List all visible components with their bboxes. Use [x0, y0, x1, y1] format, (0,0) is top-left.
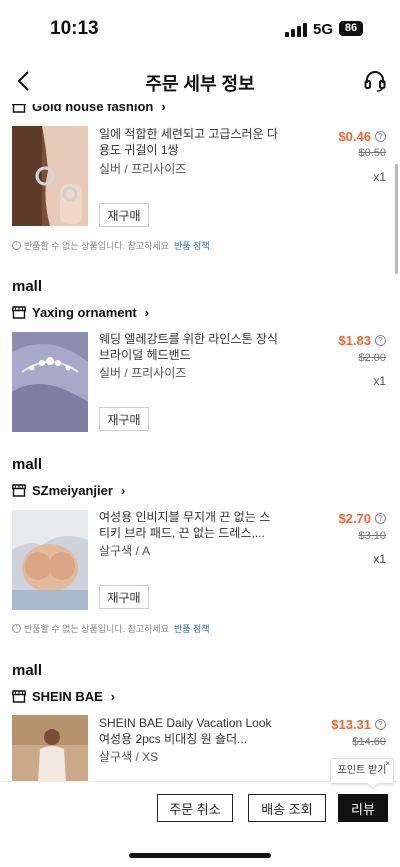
review-button[interactable]: 리뷰 [338, 794, 388, 822]
store-icon [12, 689, 26, 703]
store-icon [12, 305, 26, 319]
network-label: 5G [313, 21, 334, 38]
store-link[interactable]: SHEIN BAE › [12, 686, 115, 706]
info-icon: ! [12, 241, 21, 250]
price-value: $2.70 [338, 511, 371, 526]
price-value: $1.83 [338, 333, 371, 348]
return-policy-link[interactable]: 반품 정책 [174, 622, 210, 635]
product-image[interactable] [12, 332, 88, 432]
close-icon[interactable]: × [385, 759, 390, 769]
product-image[interactable] [12, 510, 88, 610]
store-name: Yaxing ornament [32, 304, 137, 320]
original-price: $0.50 [358, 147, 386, 159]
rebuy-button[interactable]: 재구매 [99, 585, 149, 609]
info-icon[interactable]: ? [375, 131, 386, 142]
customer-service-button[interactable] [362, 68, 388, 94]
status-time: 10:13 [50, 18, 99, 39]
product-title[interactable]: 일에 적합한 세련되고 고급스러운 다용도 귀걸이 1쌍 [99, 126, 281, 158]
product-variant: 살구색 / A [99, 544, 151, 558]
page-header: 주문 세부 정보 [0, 58, 400, 104]
product-title[interactable]: SHEIN BAE Daily Vacation Look 여성용 2pcs 비… [99, 715, 281, 747]
price-value: $13.31 [331, 717, 371, 732]
info-icon[interactable]: ? [375, 719, 386, 730]
info-icon[interactable]: ? [375, 513, 386, 524]
chevron-right-icon: › [110, 688, 116, 704]
store-name: SZmeiyanjier [32, 482, 113, 498]
original-price: $3.10 [358, 530, 386, 542]
scrollbar[interactable] [395, 164, 398, 274]
return-notice: ! 반품할 수 없는 상품입니다. 참고하세요 반품 정책 [12, 622, 210, 635]
store-link[interactable]: SZmeiyanjier › [12, 480, 125, 500]
price: $13.31 ? [331, 717, 386, 732]
order-items-list[interactable]: Gold house fashion › 일에 적합한 세련되고 고급스러운 다… [0, 98, 400, 781]
mall-label: mall [12, 456, 43, 473]
mall-label: mall [12, 278, 43, 295]
quantity: x1 [373, 170, 386, 184]
price: $1.83 ? [338, 333, 386, 348]
product-title[interactable]: 웨딩 엘레강트를 위한 라인스톤 장식 브라이덜 헤드밴드 [99, 331, 281, 363]
notice-text: 반품할 수 없는 상품입니다. 참고하세요 [24, 624, 169, 634]
product-image[interactable] [12, 126, 88, 226]
store-icon [12, 483, 26, 497]
points-tooltip[interactable]: 포인트 받기 × [330, 758, 394, 790]
return-policy-link[interactable]: 반품 정책 [174, 239, 210, 252]
rebuy-button[interactable]: 재구매 [99, 203, 149, 227]
mall-label: mall [12, 662, 43, 679]
track-shipment-button[interactable]: 배송 조회 [248, 794, 326, 822]
chevron-right-icon: › [144, 304, 150, 320]
product-variant: 실버 / 프리사이즈 [99, 366, 187, 380]
status-bar: 10:13 5G 86 [0, 0, 400, 58]
price: $2.70 ? [338, 511, 386, 526]
tooltip-text: 포인트 받기 [337, 765, 387, 776]
headset-icon [364, 71, 386, 92]
return-notice: ! 반품할 수 없는 상품입니다. 참고하세요 반품 정책 [12, 239, 210, 252]
quantity: x1 [373, 374, 386, 388]
chevron-right-icon: › [120, 482, 126, 498]
original-price: $14.60 [352, 736, 386, 748]
original-price: $2.00 [358, 352, 386, 364]
price: $0.46 ? [338, 129, 386, 144]
store-link[interactable]: Yaxing ornament › [12, 302, 149, 322]
product-image[interactable] [12, 715, 88, 781]
rebuy-button[interactable]: 재구매 [99, 407, 149, 431]
notice-text: 반품할 수 없는 상품입니다. 참고하세요 [24, 241, 169, 251]
signal-icon [285, 23, 307, 37]
cancel-order-button[interactable]: 주문 취소 [157, 794, 233, 822]
price-value: $0.46 [338, 129, 371, 144]
battery-icon: 86 [339, 21, 363, 36]
store-name: SHEIN BAE [32, 688, 103, 704]
product-variant: 살구색 / XS [99, 750, 159, 764]
product-title[interactable]: 여성용 인비지블 무지개 끈 없는 스티키 브라 패드, 끈 없는 드레스,..… [99, 509, 281, 541]
page-title: 주문 세부 정보 [145, 74, 255, 94]
home-indicator[interactable] [129, 853, 271, 858]
quantity: x1 [373, 552, 386, 566]
product-variant: 실버 / 프리사이즈 [99, 162, 187, 176]
info-icon: ! [12, 624, 21, 633]
info-icon[interactable]: ? [375, 335, 386, 346]
